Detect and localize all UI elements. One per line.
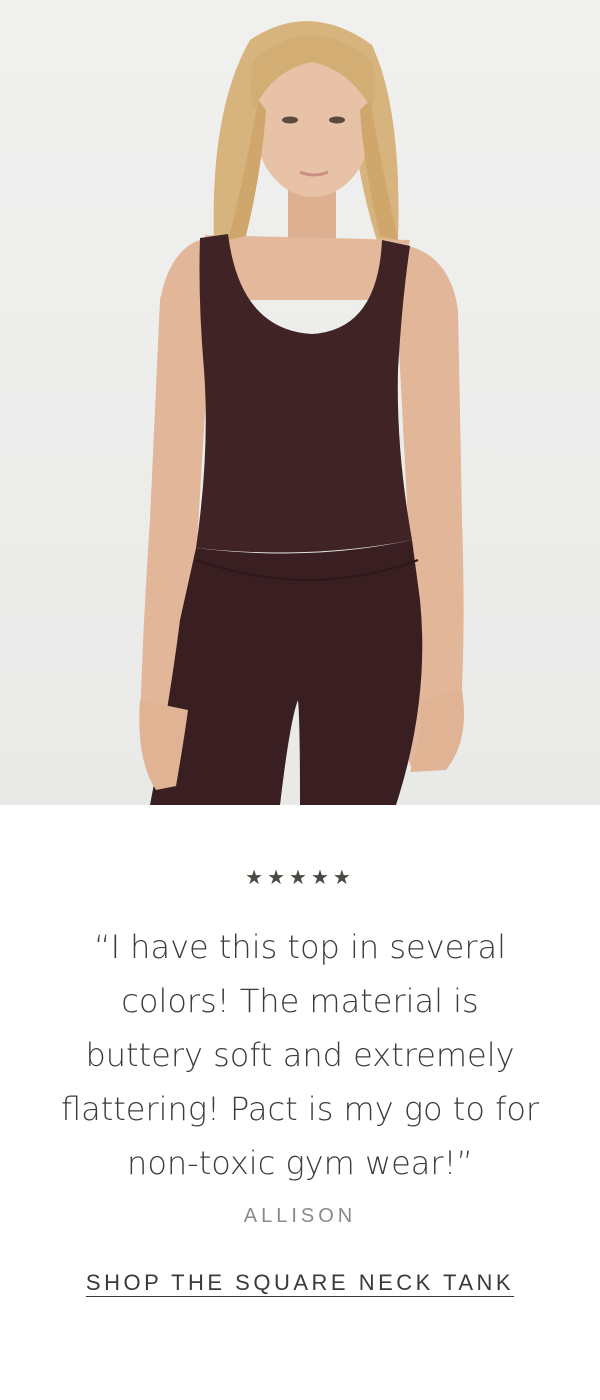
review-author: ALLISON	[243, 1205, 357, 1227]
shop-square-neck-tank-link[interactable]: SHOP THE SQUARE NECK TANK	[86, 1270, 514, 1295]
hero-image	[0, 0, 600, 805]
review-quote: “I have this top in several colors! The …	[60, 928, 540, 1182]
cta-container: SHOP THE SQUARE NECK TANK	[0, 1270, 600, 1296]
review-section: ★★★★★ “I have this top in several colors…	[0, 805, 600, 1400]
model-photo	[139, 21, 464, 805]
star-rating: ★★★★★	[245, 865, 355, 889]
